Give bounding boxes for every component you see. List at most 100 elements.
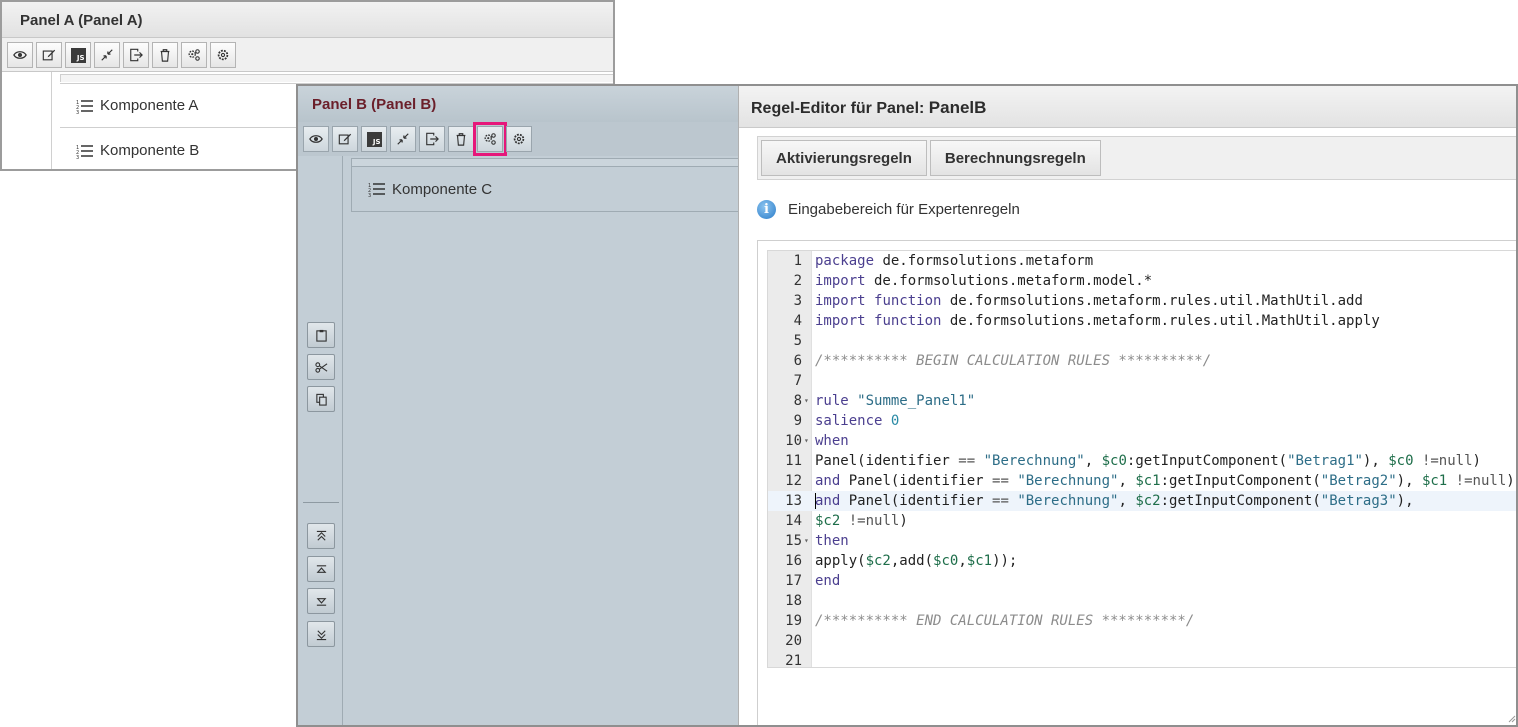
line-number: 11 <box>785 453 802 469</box>
code-text: import function de.formsolutions.metafor… <box>815 313 1380 329</box>
rule-editor-title: Regel-Editor für Panel: PanelB <box>739 86 1516 128</box>
code-line[interactable]: 8 ▾ rule "Summe_Panel1" <box>768 391 1516 411</box>
code-line[interactable]: 20 <box>768 631 1516 651</box>
svg-text:3: 3 <box>76 155 79 159</box>
component-item[interactable]: 123 Komponente C <box>351 166 751 212</box>
settings-icon <box>217 49 229 61</box>
code-line[interactable]: 10 ▾ when <box>768 431 1516 451</box>
code-line[interactable]: 17 end <box>768 571 1516 591</box>
js-icon: JS <box>366 131 382 147</box>
line-number: 7 <box>793 373 802 389</box>
line-number: 8 <box>793 393 802 409</box>
code-line[interactable]: 13 and Panel(identifier == "Berechnung", … <box>768 491 1516 511</box>
panel-a-strip <box>60 74 613 82</box>
code-text: package de.formsolutions.metaform <box>815 253 1094 269</box>
text-cursor <box>815 493 816 509</box>
move-bottom-button[interactable] <box>307 621 335 647</box>
scissors-icon <box>314 361 327 373</box>
line-number: 17 <box>785 573 802 589</box>
code-line[interactable]: 12 and Panel(identifier == "Berechnung", … <box>768 471 1516 491</box>
code-line[interactable]: 4 import function de.formsolutions.metafo… <box>768 311 1516 331</box>
code-text: then <box>815 533 849 549</box>
code-text: /********** END CALCULATION RULES ******… <box>815 613 1195 629</box>
rule-editor-panel-name: PanelB <box>928 98 987 117</box>
fold-arrow-icon[interactable]: ▾ <box>804 391 809 411</box>
panel-b-toolbar: JS <box>298 122 738 156</box>
info-icon: i <box>757 200 776 219</box>
code-line[interactable]: 11 Panel(identifier == "Berechnung", $c0:… <box>768 451 1516 471</box>
code-line[interactable]: 7 <box>768 371 1516 391</box>
view-button[interactable] <box>303 126 329 152</box>
list-icon: 123 <box>76 145 93 159</box>
rule-tabs: Aktivierungsregeln Berechnungsregeln <box>757 136 1516 180</box>
rules-button[interactable] <box>473 122 507 156</box>
code-editor-container: 1 package de.formsolutions.metaform 2 impor… <box>757 240 1516 725</box>
move-up-button[interactable] <box>307 556 335 582</box>
code-line[interactable]: 21 <box>768 651 1516 668</box>
clipboard-icon <box>315 329 327 342</box>
tab-activation-rules[interactable]: Aktivierungsregeln <box>761 140 927 176</box>
collapse-button[interactable] <box>94 42 120 68</box>
trash-icon <box>456 133 466 146</box>
fold-arrow-icon[interactable]: ▾ <box>804 431 809 451</box>
line-number: 18 <box>785 593 802 609</box>
code-line[interactable]: 1 package de.formsolutions.metaform <box>768 251 1516 271</box>
code-line[interactable]: 16 apply($c2,add($c0,$c1)); <box>768 551 1516 571</box>
delete-button[interactable] <box>448 126 474 152</box>
svg-text:3: 3 <box>76 110 79 114</box>
js-button[interactable]: JS <box>65 42 91 68</box>
line-number: 6 <box>793 353 802 369</box>
delete-button[interactable] <box>152 42 178 68</box>
line-number: 16 <box>785 553 802 569</box>
code-line[interactable]: 3 import function de.formsolutions.metafo… <box>768 291 1516 311</box>
resize-handle-icon[interactable] <box>1506 713 1516 723</box>
line-number: 21 <box>785 653 802 668</box>
collapse-icon <box>397 133 409 145</box>
code-line[interactable]: 19 /********** END CALCULATION RULES ****… <box>768 611 1516 631</box>
export-button[interactable] <box>419 126 445 152</box>
paste-button[interactable] <box>307 322 335 348</box>
code-editor[interactable]: 1 package de.formsolutions.metaform 2 impor… <box>767 250 1516 668</box>
code-line[interactable]: 18 <box>768 591 1516 611</box>
list-icon: 123 <box>368 183 385 197</box>
settings-button[interactable] <box>506 126 532 152</box>
code-line[interactable]: 6 /********** BEGIN CALCULATION RULES ***… <box>768 351 1516 371</box>
tab-calculation-rules[interactable]: Berechnungsregeln <box>929 140 1101 176</box>
panel-b-strip <box>351 158 751 166</box>
rules-button[interactable] <box>181 42 207 68</box>
code-line[interactable]: 15 ▾ then <box>768 531 1516 551</box>
code-line[interactable]: 14 $c2 !=null) <box>768 511 1516 531</box>
collapse-button[interactable] <box>390 126 416 152</box>
eye-icon <box>13 51 27 59</box>
code-line[interactable]: 9 salience 0 <box>768 411 1516 431</box>
edit-button[interactable] <box>36 42 62 68</box>
panel-b-gutter <box>298 156 343 725</box>
fold-arrow-icon[interactable]: ▾ <box>804 531 809 551</box>
rule-editor: Regel-Editor für Panel: PanelB Aktivieru… <box>738 86 1516 725</box>
copy-button[interactable] <box>307 386 335 412</box>
edit-button[interactable] <box>332 126 358 152</box>
component-label: Komponente B <box>100 142 200 159</box>
code-line[interactable]: 2 import de.formsolutions.metaform.model.… <box>768 271 1516 291</box>
info-text: Eingabebereich für Expertenregeln <box>788 201 1020 218</box>
line-number: 4 <box>793 313 802 329</box>
rule-editor-title-prefix: Regel-Editor für Panel: <box>751 100 929 117</box>
code-text: rule "Summe_Panel1" <box>815 393 976 409</box>
collapse-icon <box>101 49 113 61</box>
panel-a-toolbar: JS <box>2 38 613 72</box>
code-line[interactable]: 5 <box>768 331 1516 351</box>
settings-button[interactable] <box>210 42 236 68</box>
toolbar-separator <box>303 502 339 503</box>
move-down-button[interactable] <box>307 588 335 614</box>
code-text: end <box>815 573 841 589</box>
move-up-icon <box>316 564 326 573</box>
code-text: salience 0 <box>815 413 900 429</box>
export-button[interactable] <box>123 42 149 68</box>
move-top-button[interactable] <box>307 523 335 549</box>
line-number: 5 <box>793 333 802 349</box>
view-button[interactable] <box>7 42 33 68</box>
line-number: 15 <box>785 533 802 549</box>
js-button[interactable]: JS <box>361 126 387 152</box>
cut-button[interactable] <box>307 354 335 380</box>
list-icon: 123 <box>76 100 93 114</box>
